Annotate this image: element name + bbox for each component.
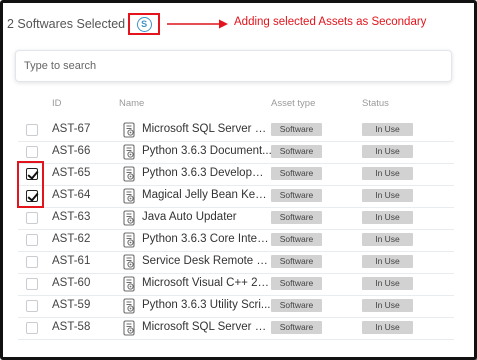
software-icon [123,254,135,270]
arrow-right-icon [167,19,228,29]
software-icon [123,122,135,138]
software-icon [123,232,135,248]
badge-highlight-box: S [128,13,161,35]
status-badge: In Use [362,123,413,136]
checkbox-icon[interactable] [26,278,38,290]
asset-name-link[interactable]: Python 3.6.3 Developme... [142,167,272,179]
asset-type-tag: Software [271,167,322,180]
asset-id: AST-65 [52,167,91,179]
checkbox-icon[interactable] [26,146,38,158]
asset-id: AST-60 [52,277,91,289]
asset-type-tag: Software [271,123,322,136]
status-badge: In Use [362,145,413,158]
asset-name-link[interactable]: Java Auto Updater [142,211,272,223]
asset-id: AST-58 [52,321,91,333]
status-badge: In Use [362,233,413,246]
status-badge: In Use [362,211,413,224]
asset-id: AST-63 [52,211,91,223]
software-icon [123,144,135,160]
asset-id: AST-66 [52,145,91,157]
column-header-asset-type[interactable]: Asset type [271,98,315,109]
secondary-badge-icon[interactable]: S [136,16,152,32]
checkbox-icon[interactable] [26,256,38,268]
asset-name-link[interactable]: Python 3.6.3 Utility Scri... [142,299,272,311]
table-row[interactable]: AST-61 Service Desk Remote Se... Software I… [18,252,454,274]
checkbox-icon[interactable] [26,300,38,312]
asset-type-tag: Software [271,321,322,334]
asset-type-tag: Software [271,145,322,158]
table-row[interactable]: AST-63 Java Auto Updater Software In Use [18,208,454,230]
status-badge: In Use [362,189,413,202]
table-row[interactable]: AST-60 Microsoft Visual C++ 20... Software… [18,274,454,296]
search-input[interactable] [15,50,452,82]
checkbox-icon[interactable] [26,234,38,246]
asset-id: AST-62 [52,233,91,245]
checkbox-icon[interactable] [26,168,38,180]
asset-type-tag: Software [271,299,322,312]
table-row[interactable]: AST-58 Microsoft SQL Server 20... Software… [18,318,454,340]
checkbox-icon[interactable] [26,124,38,136]
asset-name-link[interactable]: Microsoft SQL Server 20... [142,123,272,135]
table-row[interactable]: AST-62 Python 3.6.3 Core Interp... Softwar… [18,230,454,252]
table-row[interactable]: AST-64 Magical Jelly Bean KeyFi... Softwar… [18,186,454,208]
status-badge: In Use [362,321,413,334]
table-row[interactable]: AST-59 Python 3.6.3 Utility Scri... Softwa… [18,296,454,318]
table-row[interactable]: AST-66 Python 3.6.3 Document... Software In… [18,142,454,164]
software-icon [123,166,135,182]
software-icon [123,320,135,336]
status-badge: In Use [362,299,413,312]
asset-type-tag: Software [271,189,322,202]
table-row[interactable]: AST-67 Microsoft SQL Server 20... Software… [18,120,454,142]
asset-name-link[interactable]: Microsoft Visual C++ 20... [142,277,272,289]
asset-id: AST-61 [52,255,91,267]
asset-name-link[interactable]: Microsoft SQL Server 20... [142,321,272,333]
asset-name-link[interactable]: Python 3.6.3 Core Interp... [142,233,272,245]
asset-name-link[interactable]: Python 3.6.3 Document... [142,145,272,157]
table-row[interactable]: AST-65 Python 3.6.3 Developme... Software I… [18,164,454,186]
asset-name-link[interactable]: Service Desk Remote Se... [142,255,272,267]
asset-id: AST-64 [52,189,91,201]
software-icon [123,298,135,314]
status-badge: In Use [362,167,413,180]
asset-type-tag: Software [271,211,322,224]
selected-count-label: 2 Softwares Selected [7,17,126,31]
column-header-id[interactable]: ID [52,98,62,109]
selection-header: 2 Softwares Selected S Adding selected A… [7,13,467,35]
asset-type-tag: Software [271,255,322,268]
software-icon [123,210,135,226]
software-icon [123,188,135,204]
asset-type-tag: Software [271,233,322,246]
checkbox-icon[interactable] [26,322,38,334]
column-header-status[interactable]: Status [362,98,389,109]
asset-type-tag: Software [271,277,322,290]
asset-name-link[interactable]: Magical Jelly Bean KeyFi... [142,189,272,201]
annotation-text: Adding selected Assets as Secondary [234,16,427,28]
checkbox-icon[interactable] [26,190,38,202]
checkbox-icon[interactable] [26,212,38,224]
screenshot-frame: 2 Softwares Selected S Adding selected A… [0,0,477,360]
software-icon [123,276,135,292]
asset-id: AST-67 [52,123,91,135]
column-header-name[interactable]: Name [119,98,144,109]
asset-id: AST-59 [52,299,91,311]
status-badge: In Use [362,255,413,268]
status-badge: In Use [362,277,413,290]
